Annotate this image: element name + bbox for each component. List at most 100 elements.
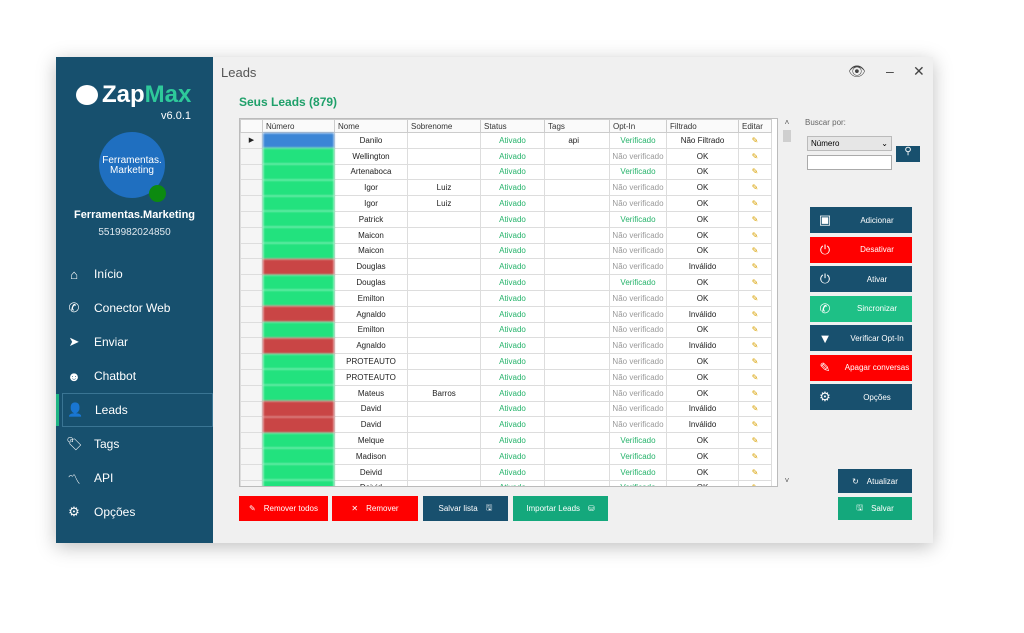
edit-pencil-icon[interactable]: ✎ bbox=[738, 321, 772, 339]
table-row[interactable]: David Ativado Não verificado Inválido ✎ bbox=[240, 416, 772, 434]
edit-pencil-icon[interactable]: ✎ bbox=[738, 479, 772, 486]
table-row[interactable]: Wellington Ativado Não verificado OK ✎ bbox=[240, 147, 772, 165]
scroll-thumb[interactable] bbox=[783, 130, 791, 142]
opções-button[interactable]: ⚙ Opções bbox=[810, 384, 912, 410]
sidebar-item-opções[interactable]: ⚙ Opções bbox=[56, 495, 213, 529]
sidebar-item-tags[interactable]: 🏷 Tags bbox=[56, 427, 213, 461]
column-header[interactable]: Filtrado bbox=[666, 119, 739, 133]
row-selector[interactable] bbox=[240, 463, 263, 481]
edit-pencil-icon[interactable]: ✎ bbox=[738, 274, 772, 291]
column-header[interactable]: Tags bbox=[544, 119, 610, 133]
search-input[interactable] bbox=[807, 155, 892, 170]
scroll-up-icon[interactable]: ˄ bbox=[780, 118, 794, 127]
edit-pencil-icon[interactable]: ✎ bbox=[738, 210, 772, 228]
edit-pencil-icon[interactable]: ✎ bbox=[738, 163, 772, 181]
edit-pencil-icon[interactable]: ✎ bbox=[738, 432, 772, 449]
edit-pencil-icon[interactable]: ✎ bbox=[738, 258, 772, 276]
hide-eye-icon[interactable]: 👁 bbox=[848, 63, 866, 80]
edit-pencil-icon[interactable]: ✎ bbox=[738, 400, 772, 418]
column-header[interactable]: Editar bbox=[738, 119, 772, 133]
remove-all-button[interactable]: ✎ Remover todos bbox=[239, 496, 328, 521]
refresh-button[interactable]: ↻ Atualizar bbox=[838, 469, 912, 493]
table-row[interactable]: Maicon Ativado Não verificado OK ✎ bbox=[240, 242, 772, 260]
row-selector[interactable] bbox=[240, 337, 263, 355]
close-button[interactable]: ✕ bbox=[913, 63, 925, 80]
row-selector[interactable] bbox=[240, 447, 263, 465]
sidebar-item-enviar[interactable]: ➤ Enviar bbox=[56, 325, 213, 359]
edit-pencil-icon[interactable]: ✎ bbox=[738, 463, 772, 481]
row-selector[interactable] bbox=[240, 289, 263, 307]
minimize-button[interactable]: – bbox=[886, 63, 894, 79]
edit-pencil-icon[interactable]: ✎ bbox=[738, 416, 772, 434]
row-selector[interactable] bbox=[240, 179, 263, 197]
vertical-scrollbar[interactable]: ˄ ˅ bbox=[780, 118, 794, 487]
row-selector[interactable] bbox=[240, 353, 263, 370]
table-row[interactable]: Melque Ativado Verificado OK ✎ bbox=[240, 432, 772, 449]
table-row[interactable]: PROTEAUTO Ativado Não verificado OK ✎ bbox=[240, 368, 772, 386]
edit-pencil-icon[interactable]: ✎ bbox=[738, 226, 772, 244]
sidebar-item-início[interactable]: ⌂ Início bbox=[56, 257, 213, 291]
column-header[interactable]: Opt-In bbox=[609, 119, 667, 133]
table-row[interactable]: PROTEAUTO Ativado Não verificado OK ✎ bbox=[240, 353, 772, 370]
table-row[interactable]: Douglas Ativado Verificado OK ✎ bbox=[240, 274, 772, 291]
table-row[interactable]: Agnaldo Ativado Não verificado Inválido ✎ bbox=[240, 305, 772, 323]
row-selector[interactable] bbox=[240, 305, 263, 323]
edit-pencil-icon[interactable]: ✎ bbox=[738, 179, 772, 197]
table-row[interactable]: Deivid Ativado VerificadoOK✎ bbox=[240, 463, 772, 481]
edit-pencil-icon[interactable]: ✎ bbox=[738, 289, 772, 307]
row-selector[interactable] bbox=[240, 384, 263, 402]
table-row[interactable]: Douglas Ativado Não verificado Inválido ✎ bbox=[240, 258, 772, 276]
edit-pencil-icon[interactable]: ✎ bbox=[738, 132, 772, 149]
verificar-opt-in-button[interactable]: ▼ Verificar Opt-In bbox=[810, 325, 912, 351]
row-selector[interactable] bbox=[240, 163, 263, 181]
search-field-select[interactable]: Número ⌄ bbox=[807, 136, 892, 151]
row-selector[interactable] bbox=[240, 147, 263, 165]
column-header[interactable]: Número bbox=[262, 119, 335, 133]
row-selector[interactable] bbox=[240, 368, 263, 386]
table-row[interactable]: Maicon Ativado Não verificado OK ✎ bbox=[240, 226, 772, 244]
row-selector[interactable] bbox=[240, 432, 263, 449]
row-selector[interactable] bbox=[240, 210, 263, 228]
row-selector[interactable] bbox=[240, 479, 263, 486]
remove-button[interactable]: ✕ Remover bbox=[332, 496, 418, 521]
adicionar-button[interactable]: ▣ Adicionar bbox=[810, 207, 912, 233]
leads-table[interactable]: Número Nome Sobrenome Status Tags Opt-In Filtr… bbox=[239, 118, 778, 487]
edit-pencil-icon[interactable]: ✎ bbox=[738, 337, 772, 355]
table-row[interactable]: Mateus Barros Ativado Não verificado OK ✎ bbox=[240, 384, 772, 402]
import-leads-button[interactable]: Importar Leads ⛁ bbox=[513, 496, 608, 521]
save-list-button[interactable]: Salvar lista 🖫 bbox=[423, 496, 508, 521]
table-row[interactable]: Madison Ativado Verificado OK ✎ bbox=[240, 447, 772, 465]
table-row[interactable]: Emilton Ativado Não verificado OK ✎ bbox=[240, 289, 772, 307]
save-button[interactable]: 🖫 Salvar bbox=[838, 497, 912, 520]
row-selector[interactable]: ▶ bbox=[240, 132, 263, 149]
table-row[interactable]: Igor Luiz Ativado Não verificado OK ✎ bbox=[240, 195, 772, 212]
table-row[interactable]: Emilton Ativado Não verificado OK ✎ bbox=[240, 321, 772, 339]
row-selector[interactable] bbox=[240, 416, 263, 434]
row-selector[interactable] bbox=[240, 226, 263, 244]
sincronizar-button[interactable]: ✆ Sincronizar bbox=[810, 295, 912, 322]
table-row[interactable]: David Ativado Não verificado Inválido ✎ bbox=[240, 400, 772, 418]
search-button[interactable]: ⚲ bbox=[896, 146, 920, 162]
edit-pencil-icon[interactable]: ✎ bbox=[738, 353, 772, 370]
row-selector[interactable] bbox=[240, 274, 263, 291]
edit-pencil-icon[interactable]: ✎ bbox=[738, 305, 772, 323]
edit-pencil-icon[interactable]: ✎ bbox=[738, 447, 772, 465]
desativar-button[interactable]: ⏻ Desativar bbox=[810, 236, 912, 263]
table-row[interactable]: ▶ Danilo Ativado api Verificado Não Filtrado ✎ bbox=[240, 132, 772, 149]
edit-pencil-icon[interactable]: ✎ bbox=[738, 147, 772, 165]
sidebar-item-api[interactable]: 〽 API bbox=[56, 461, 213, 495]
sidebar-item-chatbot[interactable]: ☻ Chatbot bbox=[56, 359, 213, 393]
sidebar-item-leads[interactable]: 👤 Leads bbox=[56, 393, 213, 427]
row-selector[interactable] bbox=[240, 258, 263, 276]
row-selector[interactable] bbox=[240, 242, 263, 260]
column-header[interactable]: Nome bbox=[334, 119, 408, 133]
row-selector[interactable] bbox=[240, 321, 263, 339]
ativar-button[interactable]: ⏻ Ativar bbox=[810, 266, 912, 292]
scroll-down-icon[interactable]: ˅ bbox=[780, 476, 794, 485]
edit-pencil-icon[interactable]: ✎ bbox=[738, 384, 772, 402]
edit-pencil-icon[interactable]: ✎ bbox=[738, 368, 772, 386]
edit-pencil-icon[interactable]: ✎ bbox=[738, 242, 772, 260]
apagar-conversas-button[interactable]: ✎ Apagar conversas bbox=[810, 354, 912, 381]
table-row[interactable]: Deivid Ativado VerificadoOK✎ bbox=[240, 479, 772, 486]
row-selector[interactable] bbox=[240, 400, 263, 418]
